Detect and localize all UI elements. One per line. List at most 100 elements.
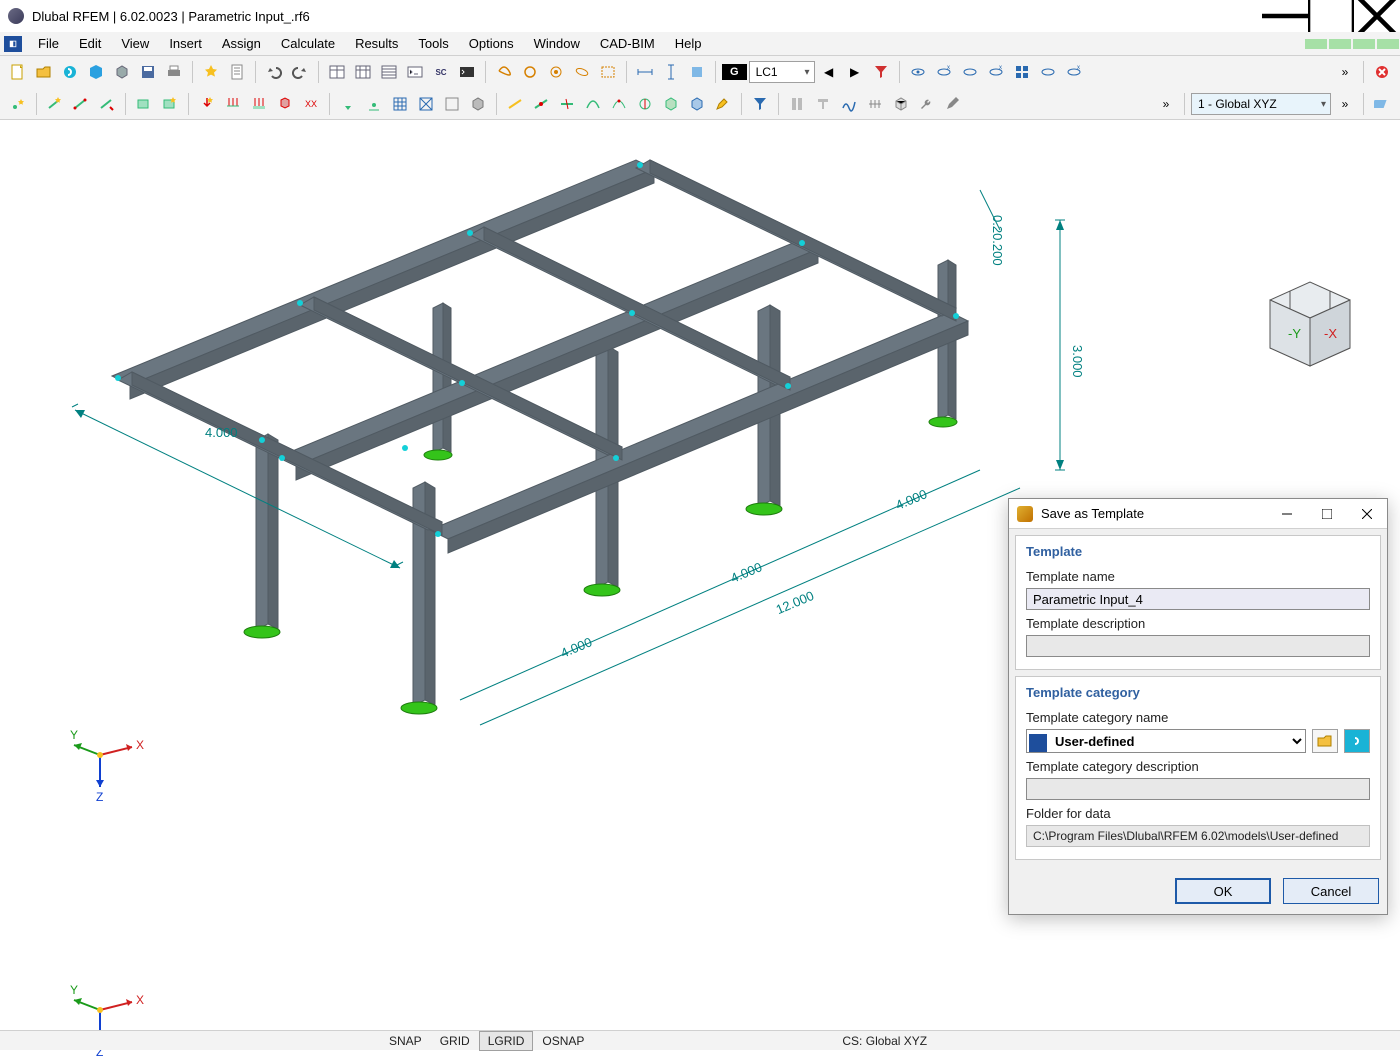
menu-edit[interactable]: Edit (69, 32, 111, 55)
eye4-icon[interactable]: x (984, 60, 1008, 84)
section-icon[interactable] (785, 92, 809, 116)
xx-icon[interactable]: XX (299, 92, 323, 116)
menu-help[interactable]: Help (665, 32, 712, 55)
select-circle-icon[interactable] (518, 60, 542, 84)
line-b-icon[interactable] (529, 92, 553, 116)
member1-icon[interactable] (43, 92, 67, 116)
node-star-icon[interactable] (6, 92, 30, 116)
cmd-icon[interactable] (403, 60, 427, 84)
print-icon[interactable] (162, 60, 186, 84)
filter-blue-icon[interactable] (748, 92, 772, 116)
iso-cube-icon[interactable] (889, 92, 913, 116)
grid-view-icon[interactable] (1010, 60, 1034, 84)
chevron-right3-icon[interactable]: » (1333, 92, 1357, 116)
line-c-icon[interactable] (555, 92, 579, 116)
load-case-combo[interactable]: LC1 (749, 61, 815, 83)
window-maximize-button[interactable] (1308, 0, 1354, 32)
grid-toggle[interactable]: GRID (431, 1031, 479, 1051)
curve-c-icon[interactable] (633, 92, 657, 116)
view-cube[interactable]: -Y -X (1250, 270, 1370, 370)
pencil-icon[interactable] (941, 92, 965, 116)
category-name-combo[interactable]: User-defined (1026, 729, 1306, 753)
dim-tool-icon[interactable] (633, 60, 657, 84)
lasso-icon[interactable] (492, 60, 516, 84)
area2-icon[interactable] (158, 92, 182, 116)
member3-icon[interactable] (95, 92, 119, 116)
table2-icon[interactable] (351, 60, 375, 84)
save-icon[interactable] (136, 60, 160, 84)
workplane-icon[interactable] (1370, 92, 1394, 116)
dialog-minimize-button[interactable] (1267, 499, 1307, 529)
redo-icon[interactable] (288, 60, 312, 84)
mesh2-icon[interactable] (414, 92, 438, 116)
member2-icon[interactable] (69, 92, 93, 116)
dialog-maximize-button[interactable] (1307, 499, 1347, 529)
support2-icon[interactable] (362, 92, 386, 116)
delete-red-icon[interactable] (1370, 60, 1394, 84)
wrench-icon[interactable] (915, 92, 939, 116)
dialog-close-button[interactable] (1347, 499, 1387, 529)
category-browse-button[interactable] (1312, 729, 1338, 753)
eye6-icon[interactable]: x (1062, 60, 1086, 84)
sc-icon[interactable]: SC (429, 60, 453, 84)
snap-toggle[interactable]: SNAP (380, 1031, 431, 1051)
mesh1-icon[interactable] (388, 92, 412, 116)
curve-a-icon[interactable] (581, 92, 605, 116)
shape-edit-icon[interactable] (711, 92, 735, 116)
cube-blue-icon[interactable] (685, 92, 709, 116)
menu-view[interactable]: View (111, 32, 159, 55)
curve-b-icon[interactable] (607, 92, 631, 116)
filter-red-icon[interactable] (869, 60, 893, 84)
page-icon[interactable] (225, 60, 249, 84)
template-name-input[interactable] (1026, 588, 1370, 610)
menu-calculate[interactable]: Calculate (271, 32, 345, 55)
undo-icon[interactable] (262, 60, 286, 84)
area1-icon[interactable] (132, 92, 156, 116)
console-icon[interactable] (455, 60, 479, 84)
open-icon[interactable] (32, 60, 56, 84)
blue-hex-icon[interactable] (84, 60, 108, 84)
chevron-right-icon[interactable]: » (1333, 60, 1357, 84)
blue-circle-icon[interactable] (58, 60, 82, 84)
section2-icon[interactable] (811, 92, 835, 116)
load1-icon[interactable] (195, 92, 219, 116)
eye1-icon[interactable] (906, 60, 930, 84)
select-ring-icon[interactable] (544, 60, 568, 84)
ok-button[interactable]: OK (1175, 878, 1271, 904)
category-cloud-button[interactable] (1344, 729, 1370, 753)
window-close-button[interactable] (1354, 0, 1400, 32)
table1-icon[interactable] (325, 60, 349, 84)
menu-insert[interactable]: Insert (159, 32, 212, 55)
table3-icon[interactable] (377, 60, 401, 84)
prev-icon[interactable]: ◀ (817, 60, 841, 84)
window-minimize-button[interactable] (1262, 0, 1308, 32)
refine-icon[interactable] (440, 92, 464, 116)
eye3-icon[interactable] (958, 60, 982, 84)
diagram-icon[interactable] (837, 92, 861, 116)
support1-icon[interactable] (336, 92, 360, 116)
menu-window[interactable]: Window (524, 32, 590, 55)
dim-tool2-icon[interactable] (659, 60, 683, 84)
load4-icon[interactable] (273, 92, 297, 116)
select-tilt-icon[interactable] (570, 60, 594, 84)
category-desc-input[interactable] (1026, 778, 1370, 800)
lgrid-toggle[interactable]: LGRID (479, 1031, 534, 1051)
load2-icon[interactable] (221, 92, 245, 116)
select-rect-icon[interactable] (596, 60, 620, 84)
menu-assign[interactable]: Assign (212, 32, 271, 55)
chevron-right2-icon[interactable]: » (1154, 92, 1178, 116)
star-new-icon[interactable] (199, 60, 223, 84)
template-desc-input[interactable] (1026, 635, 1370, 657)
solid-icon[interactable] (466, 92, 490, 116)
dialog-titlebar[interactable]: Save as Template (1009, 499, 1387, 529)
next-icon[interactable]: ▶ (843, 60, 867, 84)
eye5-icon[interactable] (1036, 60, 1060, 84)
eye2-icon[interactable]: x (932, 60, 956, 84)
menu-tools[interactable]: Tools (408, 32, 458, 55)
menu-file[interactable]: File (28, 32, 69, 55)
menu-cadbim[interactable]: CAD-BIM (590, 32, 665, 55)
diagram2-icon[interactable] (863, 92, 887, 116)
menu-options[interactable]: Options (459, 32, 524, 55)
load3-icon[interactable] (247, 92, 271, 116)
menu-results[interactable]: Results (345, 32, 408, 55)
